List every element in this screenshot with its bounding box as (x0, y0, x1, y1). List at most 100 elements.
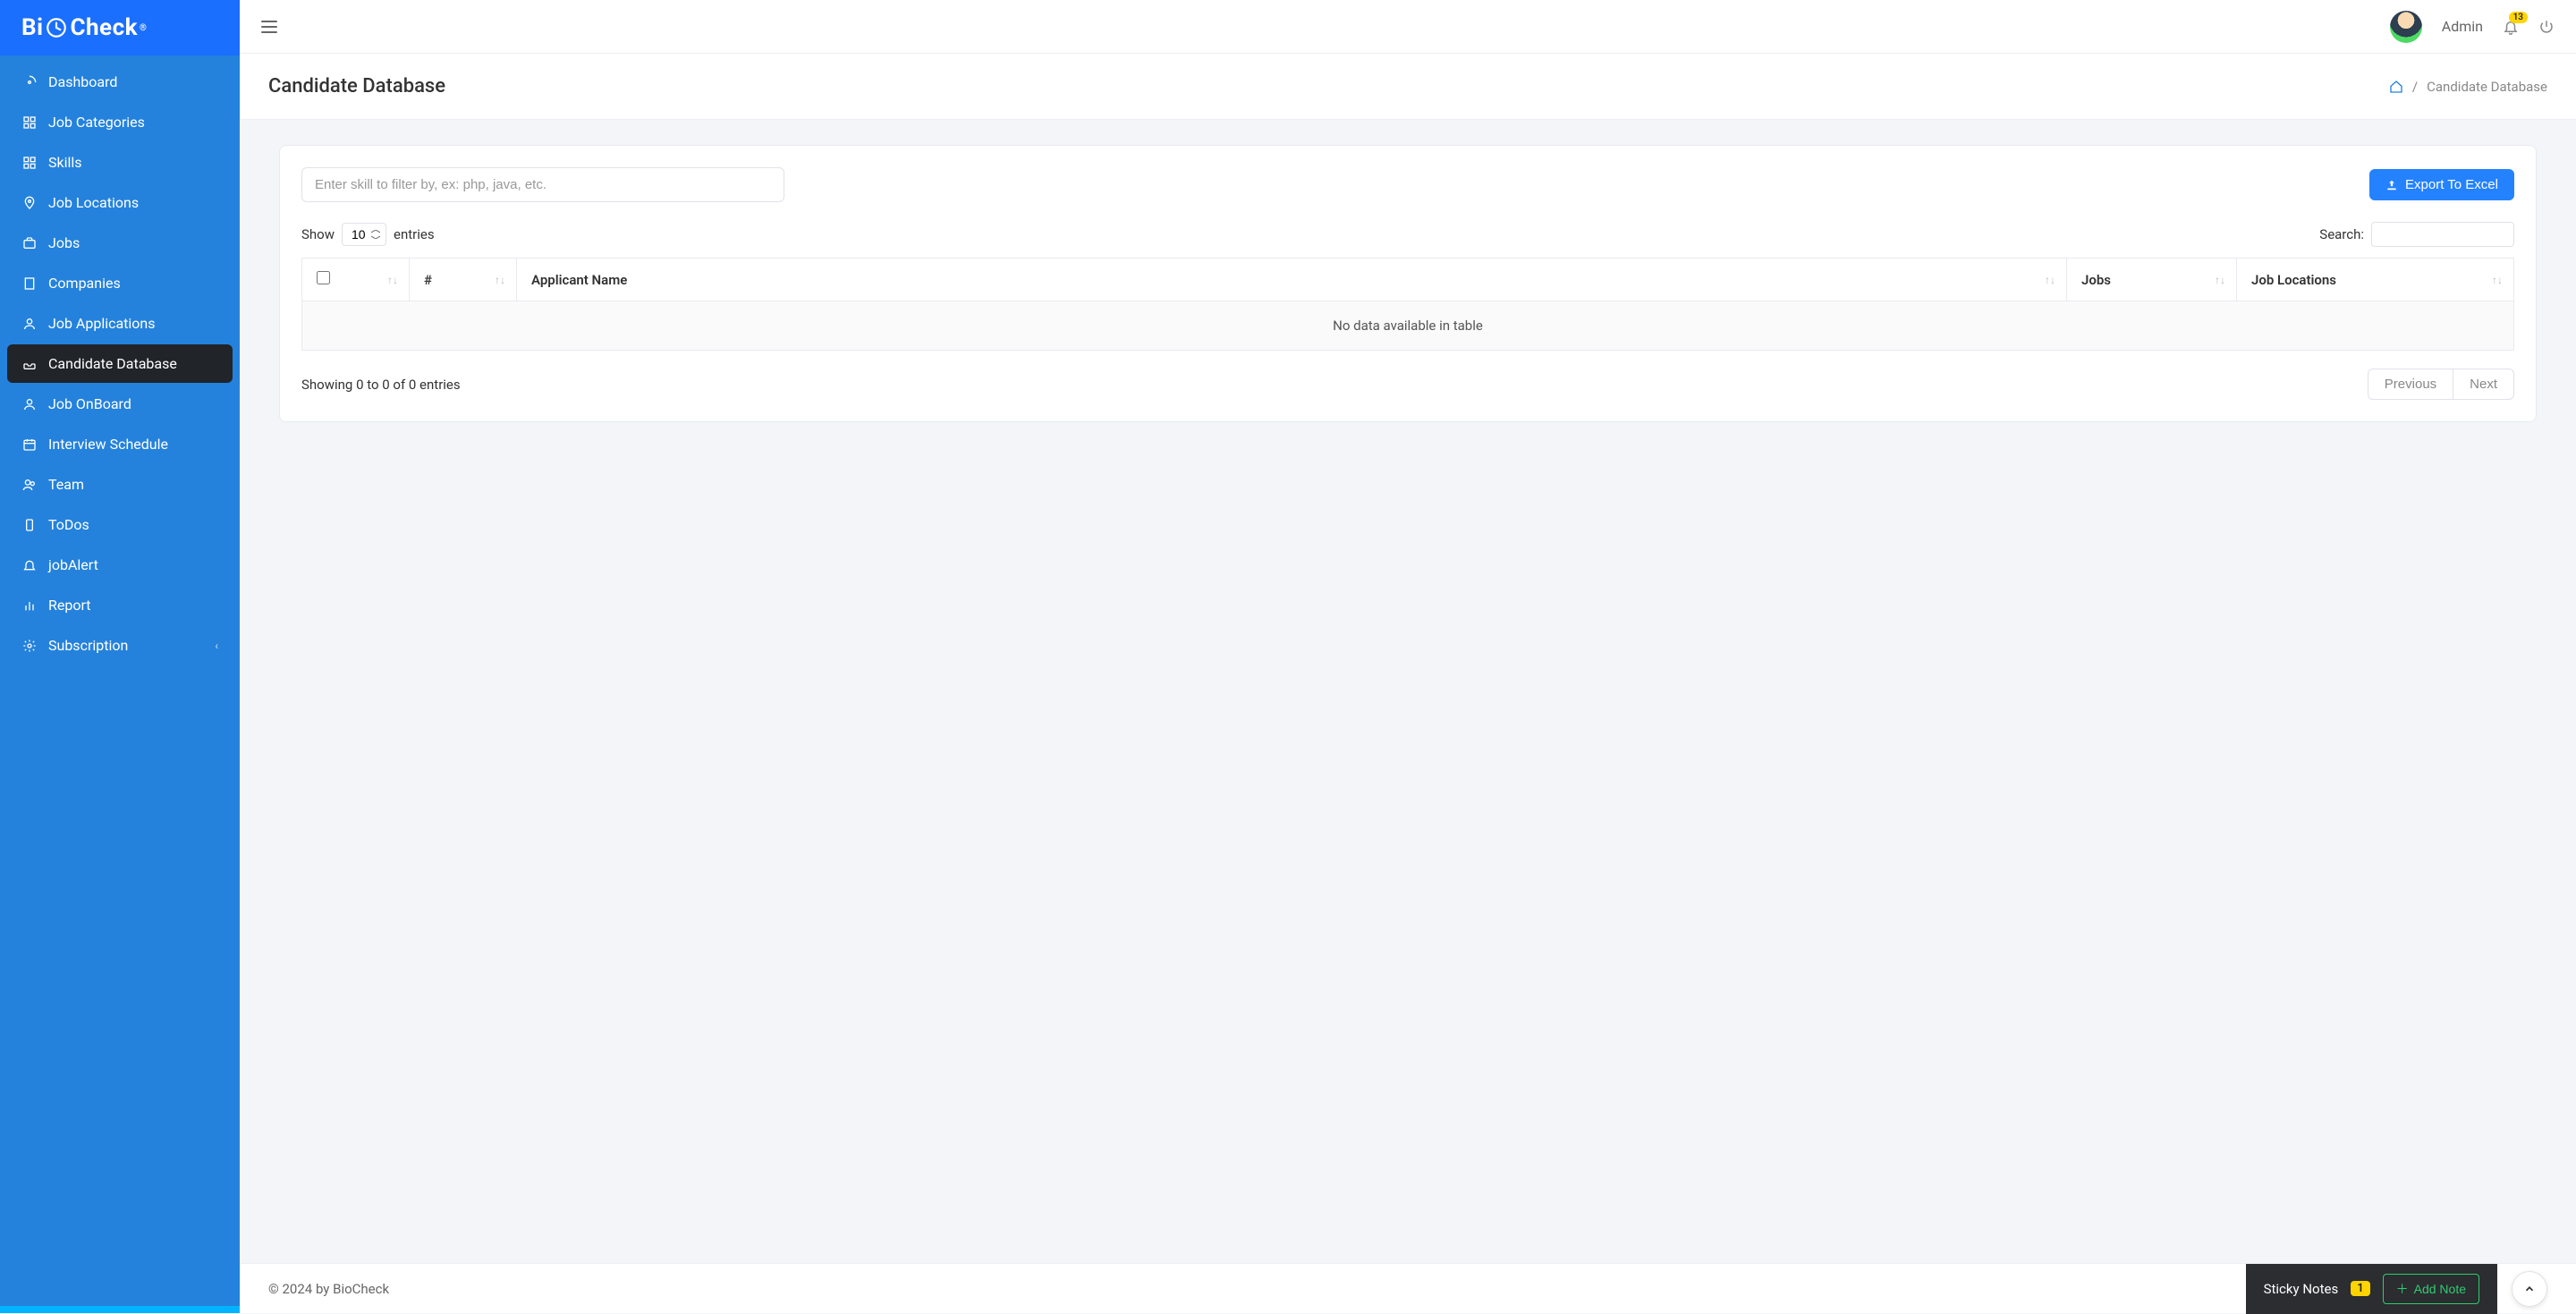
user-icon (21, 316, 38, 332)
next-button[interactable]: Next (2453, 369, 2514, 400)
nav-label: ToDos (48, 516, 89, 533)
building-icon (21, 276, 38, 292)
user-avatar[interactable] (2390, 11, 2422, 43)
nav-jobalert[interactable]: jobAlert (7, 546, 233, 584)
skill-filter-input[interactable] (301, 167, 784, 202)
col-jobs[interactable]: Jobs ↑↓ (2067, 259, 2237, 301)
breadcrumb: / Candidate Database (2389, 79, 2547, 95)
empty-message: No data available in table (302, 301, 2514, 351)
export-excel-button[interactable]: Export To Excel (2369, 169, 2514, 200)
user-name[interactable]: Admin (2442, 18, 2483, 35)
candidates-table: ↑↓ # ↑↓ Applicant Name ↑↓ Jobs (301, 258, 2514, 351)
nav-label: Subscription (48, 637, 128, 654)
nav-label: Job Applications (48, 315, 156, 332)
inbox-icon (21, 356, 38, 372)
add-note-button[interactable]: ＋ Add Note (2383, 1274, 2479, 1304)
entries-label: entries (394, 226, 435, 242)
sidebar-nav: Dashboard Job Categories Skills Job Loca… (0, 55, 240, 1306)
col-applicant-name[interactable]: Applicant Name ↑↓ (517, 259, 2067, 301)
gear-icon (21, 638, 38, 654)
nav-companies[interactable]: Companies (7, 264, 233, 302)
grid-icon (21, 155, 38, 171)
sticky-label: Sticky Notes (2264, 1281, 2339, 1297)
sidebar-accent (0, 1306, 240, 1313)
breadcrumb-current: Candidate Database (2427, 79, 2547, 95)
nav-label: Job Categories (48, 114, 145, 131)
plus-icon: ＋ (2396, 1280, 2409, 1298)
sort-icon: ↑↓ (2492, 274, 2503, 286)
main-area: Admin 13 Candidate Database / Candidate … (240, 0, 2576, 1313)
grid-icon (21, 114, 38, 131)
chart-icon (21, 598, 38, 614)
col-select[interactable]: ↑↓ (302, 259, 410, 301)
nav-dashboard[interactable]: Dashboard (7, 63, 233, 101)
table-info: Showing 0 to 0 of 0 entries (301, 377, 461, 393)
pagination: Previous Next (2368, 369, 2514, 400)
suitcase-icon (21, 235, 38, 251)
chevron-left-icon: ‹ (215, 640, 218, 652)
nav-label: Team (48, 476, 84, 493)
nav-label: Companies (48, 275, 121, 292)
search-label: Search: (2319, 226, 2364, 242)
brand-logo[interactable]: Bi Check® (21, 14, 147, 41)
content: Export To Excel Show 10 entries Search: (240, 120, 2576, 1263)
nav-job-categories[interactable]: Job Categories (7, 103, 233, 141)
nav-report[interactable]: Report (7, 586, 233, 624)
data-card: Export To Excel Show 10 entries Search: (279, 145, 2537, 422)
breadcrumb-sep: / (2412, 79, 2418, 95)
sort-icon: ↑↓ (2045, 274, 2055, 286)
entries-length: Show 10 entries (301, 223, 435, 246)
scroll-top-button[interactable] (2512, 1271, 2547, 1307)
table-search: Search: (2319, 222, 2514, 247)
nav-label: Skills (48, 154, 82, 171)
pin-icon (21, 195, 38, 211)
sticky-notes-widget[interactable]: Sticky Notes 1 ＋ Add Note (2246, 1264, 2497, 1314)
select-all-checkbox[interactable] (317, 271, 330, 284)
sort-icon: ↑↓ (387, 274, 398, 286)
nav-candidate-database[interactable]: Candidate Database (7, 344, 233, 383)
nav-job-applications[interactable]: Job Applications (7, 304, 233, 343)
add-note-label: Add Note (2414, 1282, 2466, 1296)
users-icon (21, 477, 38, 493)
sort-icon: ↑↓ (495, 274, 505, 286)
export-label: Export To Excel (2405, 177, 2498, 192)
nav-interview-schedule[interactable]: Interview Schedule (7, 425, 233, 463)
topbar: Admin 13 (240, 0, 2576, 54)
nav-label: Job OnBoard (48, 395, 131, 412)
empty-row: No data available in table (302, 301, 2514, 351)
gauge-icon (21, 74, 38, 90)
nav-label: Report (48, 597, 91, 614)
sidebar: Bi Check® Dashboard Job Categories Skill… (0, 0, 240, 1313)
nav-job-locations[interactable]: Job Locations (7, 183, 233, 222)
search-input[interactable] (2371, 222, 2514, 247)
nav-label: Candidate Database (48, 355, 177, 372)
show-label: Show (301, 226, 335, 242)
nav-subscription[interactable]: Subscription ‹ (7, 626, 233, 665)
nav-job-onboard[interactable]: Job OnBoard (7, 385, 233, 423)
nav-label: jobAlert (48, 556, 98, 573)
calendar-icon (21, 437, 38, 453)
logout-button[interactable] (2538, 19, 2555, 35)
nav-jobs[interactable]: Jobs (7, 224, 233, 262)
col-index[interactable]: # ↑↓ (410, 259, 517, 301)
entries-select[interactable]: 10 (342, 223, 386, 246)
sidebar-toggle[interactable] (261, 21, 277, 33)
prev-button[interactable]: Previous (2368, 369, 2453, 400)
phone-icon (21, 517, 38, 533)
nav-team[interactable]: Team (7, 465, 233, 504)
col-job-locations[interactable]: Job Locations ↑↓ (2237, 259, 2514, 301)
nav-label: Dashboard (48, 73, 117, 90)
sort-icon: ↑↓ (2215, 274, 2225, 286)
nav-todos[interactable]: ToDos (7, 505, 233, 544)
nav-label: Job Locations (48, 194, 139, 211)
nav-label: Jobs (48, 234, 80, 251)
bell-icon (21, 557, 38, 573)
copyright: © 2024 by BioCheck (268, 1281, 389, 1297)
notifications-button[interactable]: 13 (2503, 19, 2519, 35)
home-icon (2389, 80, 2403, 94)
footer: © 2024 by BioCheck Sticky Notes 1 ＋ Add … (240, 1263, 2576, 1313)
breadcrumb-home[interactable] (2389, 80, 2403, 94)
user-icon (21, 396, 38, 412)
page-title: Candidate Database (268, 75, 445, 97)
nav-skills[interactable]: Skills (7, 143, 233, 182)
